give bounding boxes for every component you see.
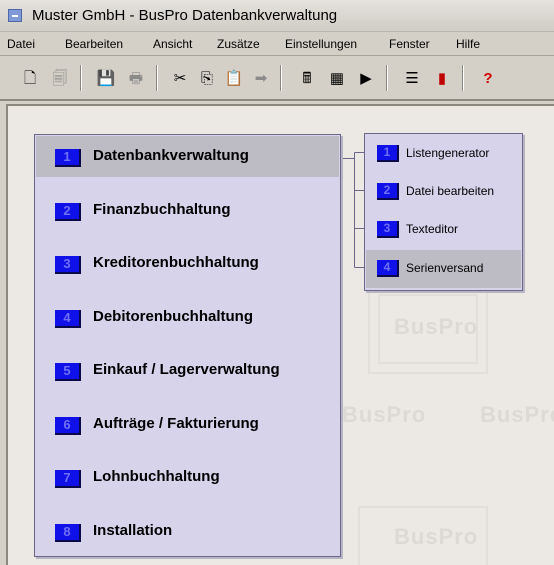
item-number-badge: 7 [55, 470, 81, 488]
item-number-badge: 3 [377, 221, 399, 238]
calculator-icon: 🖩 [302, 69, 312, 87]
calendar-button[interactable]: ▦ [325, 65, 349, 91]
item-number-badge: 1 [377, 145, 399, 162]
item-number-badge: 2 [377, 183, 399, 200]
forward-icon: ➡ [254, 69, 268, 87]
play-icon: ▶ [360, 69, 372, 87]
copy-button[interactable]: ⎘ [195, 65, 219, 91]
main-menu-panel: 1 Datenbankverwaltung 2 Finanzbuchhaltun… [34, 134, 341, 557]
submenu-item-texteditor[interactable]: 3 Texteditor [366, 211, 521, 249]
exit-door-icon: ▮ [437, 69, 447, 87]
toolbar-separator [156, 65, 158, 91]
help-button[interactable]: ? [476, 65, 500, 91]
paste-button[interactable]: 📋 [222, 65, 246, 91]
toolbar-separator [462, 65, 464, 91]
item-label: Aufträge / Fakturierung [93, 415, 259, 432]
menu-ansicht[interactable]: Ansicht [153, 37, 192, 51]
item-label: Finanzbuchhaltung [93, 201, 231, 218]
main-menu-item-auftraege-fakturierung[interactable]: 6 Aufträge / Fakturierung [36, 404, 339, 445]
main-menu-item-einkauf-lagerverwaltung[interactable]: 5 Einkauf / Lagerverwaltung [36, 350, 339, 391]
menu-fenster[interactable]: Fenster [389, 37, 430, 51]
title-bar: Muster GmbH - BusPro Datenbankverwaltung [0, 0, 554, 32]
main-menu-item-lohnbuchhaltung[interactable]: 7 Lohnbuchhaltung [36, 457, 339, 498]
calculator-button[interactable]: 🖩 [295, 65, 319, 91]
menu-bar: Datei Bearbeiten Ansicht Zusätze Einstel… [0, 32, 554, 56]
workspace: BusPro BusPro BusPro BusPro 1 Datenbankv… [6, 104, 554, 565]
item-number-badge: 4 [377, 260, 399, 277]
item-label: Datei bearbeiten [406, 184, 495, 198]
new-document-button[interactable]: 🗋 [18, 65, 42, 91]
item-label: Datenbankverwaltung [93, 147, 249, 164]
toolbar-separator [280, 65, 282, 91]
cut-button[interactable]: ✂ [168, 65, 192, 91]
menu-hilfe[interactable]: Hilfe [456, 37, 480, 51]
play-button[interactable]: ▶ [354, 65, 378, 91]
menu-datei[interactable]: Datei [7, 37, 35, 51]
submenu-item-serienversand[interactable]: 4 Serienversand [366, 250, 521, 288]
paste-icon: 📋 [224, 69, 244, 87]
save-icon: 💾 [96, 69, 116, 87]
window-menu-icon[interactable] [8, 9, 22, 22]
main-menu-item-debitorenbuchhaltung[interactable]: 4 Debitorenbuchhaltung [36, 297, 339, 338]
item-number-badge: 2 [55, 203, 81, 221]
save-button[interactable]: 💾 [94, 65, 118, 91]
item-label: Listengenerator [406, 146, 490, 160]
submenu-item-datei-bearbeiten[interactable]: 2 Datei bearbeiten [366, 173, 521, 211]
menu-zusaetze[interactable]: Zusätze [217, 37, 260, 51]
list-button[interactable]: ☰ [400, 65, 424, 91]
window-title: Muster GmbH - BusPro Datenbankverwaltung [32, 7, 338, 24]
print-icon: 🖶 [128, 69, 144, 87]
main-menu-item-installation[interactable]: 8 Installation [36, 511, 339, 552]
toolbar-separator [80, 65, 82, 91]
new-document-icon: 🗋 [23, 69, 37, 87]
toolbar: 🗋 🗐 💾 🖶 ✂ ⎘ 📋 ➡ 🖩 ▦ ▶ ☰ ▮ ? [0, 57, 554, 101]
main-menu-item-finanzbuchhaltung[interactable]: 2 Finanzbuchhaltung [36, 190, 339, 231]
item-label: Debitorenbuchhaltung [93, 308, 253, 325]
item-label: Serienversand [406, 261, 484, 275]
item-number-badge: 8 [55, 524, 81, 542]
submenu-item-listengenerator[interactable]: 1 Listengenerator [366, 135, 521, 173]
menu-einstellungen[interactable]: Einstellungen [285, 37, 357, 51]
calendar-icon: ▦ [329, 69, 345, 87]
main-menu-item-datenbankverwaltung[interactable]: 1 Datenbankverwaltung [36, 136, 339, 177]
item-number-badge: 5 [55, 363, 81, 381]
print-button[interactable]: 🖶 [124, 65, 148, 91]
item-label: Einkauf / Lagerverwaltung [93, 361, 280, 378]
item-label: Installation [93, 522, 173, 539]
item-number-badge: 1 [55, 149, 81, 167]
list-icon: ☰ [405, 69, 419, 87]
item-label: Lohnbuchhaltung [93, 468, 220, 485]
main-menu-item-kreditorenbuchhaltung[interactable]: 3 Kreditorenbuchhaltung [36, 243, 339, 284]
menu-bearbeiten[interactable]: Bearbeiten [65, 37, 123, 51]
copy-icon: ⎘ [200, 69, 213, 87]
item-label: Texteditor [406, 222, 459, 236]
print-preview-button[interactable]: 🗐 [48, 65, 72, 91]
print-preview-icon: 🗐 [52, 69, 68, 87]
submenu-panel: 1 Listengenerator 2 Datei bearbeiten 3 T… [364, 133, 523, 291]
help-icon: ? [483, 69, 493, 87]
toolbar-separator [386, 65, 388, 91]
item-label: Kreditorenbuchhaltung [93, 254, 259, 271]
cut-icon: ✂ [173, 69, 187, 87]
item-number-badge: 4 [55, 310, 81, 328]
exit-button[interactable]: ▮ [430, 65, 454, 91]
item-number-badge: 6 [55, 417, 81, 435]
item-number-badge: 3 [55, 256, 81, 274]
forward-button[interactable]: ➡ [249, 65, 273, 91]
